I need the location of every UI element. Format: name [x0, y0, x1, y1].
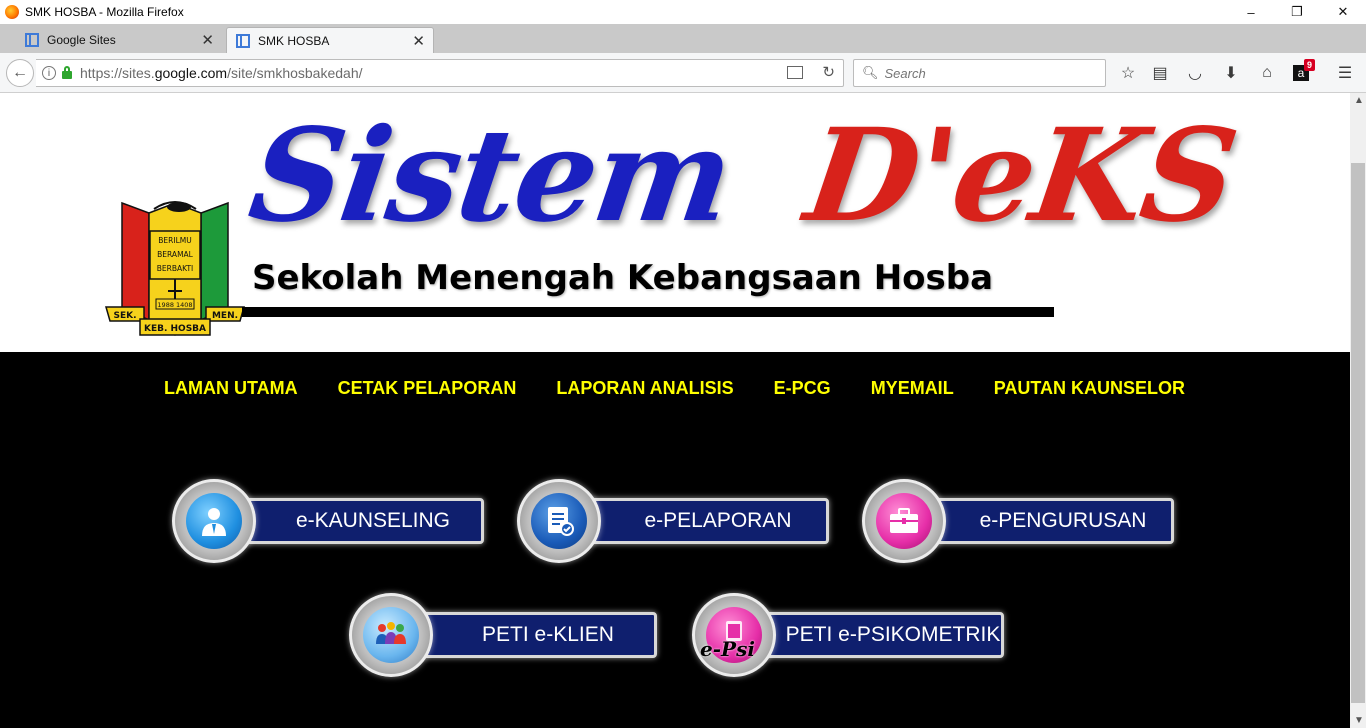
minimize-button[interactable]: –	[1228, 0, 1274, 24]
button-label: e-PELAPORAN	[569, 498, 829, 544]
restore-button[interactable]: ❐	[1274, 0, 1320, 24]
close-window-button[interactable]: ✕	[1320, 0, 1366, 24]
nav-bar: ← i https://sites.google.com/site/smkhos…	[0, 53, 1366, 93]
e-kaunseling-button[interactable]: e-KAUNSELING	[172, 479, 484, 563]
info-icon[interactable]: i	[42, 66, 56, 80]
top-nav-menu: LAMAN UTAMA CETAK PELAPORAN LAPORAN ANAL…	[164, 378, 1225, 399]
reload-icon[interactable]: ↻	[822, 63, 835, 81]
peti-e-psikometrik-button[interactable]: PETI e-PSIKOMETRIK e-Psi	[692, 593, 1004, 677]
briefcase-icon	[876, 493, 932, 549]
back-button[interactable]: ←	[6, 59, 34, 87]
search-input[interactable]	[884, 65, 1085, 81]
banner-underline	[242, 307, 1054, 317]
lock-icon[interactable]	[62, 66, 72, 79]
window-titlebar: SMK HOSBA - Mozilla Firefox – ❐ ✕	[0, 0, 1366, 24]
epsi-icon: e-Psi	[700, 607, 762, 663]
header-banner: BERILMU BERAMAL BERBAKTI 1988 1408 SEK. …	[0, 93, 1350, 352]
scrollbar-thumb[interactable]	[1351, 163, 1365, 703]
crest-motto-1: BERILMU	[158, 236, 191, 245]
scroll-up-icon[interactable]: ▲	[1354, 95, 1364, 106]
reader-view-icon[interactable]	[787, 66, 803, 79]
amazon-icon[interactable]: a9	[1293, 59, 1316, 81]
google-sites-icon	[25, 33, 39, 47]
nav-link-e-pcg[interactable]: E-PCG	[774, 378, 831, 399]
nav-link-myemail[interactable]: MYEMAIL	[871, 378, 954, 399]
notification-badge: 9	[1304, 59, 1316, 71]
e-pengurusan-button[interactable]: e-PENGURUSAN	[862, 479, 1174, 563]
url-bar[interactable]: i https://sites.google.com/site/smkhosba…	[36, 59, 844, 87]
page-content: BERILMU BERAMAL BERBAKTI 1988 1408 SEK. …	[0, 93, 1350, 728]
crest-ribbon-bottom: KEB. HOSBA	[144, 324, 206, 334]
button-label: e-KAUNSELING	[224, 498, 484, 544]
tab-smk-hosba[interactable]: SMK HOSBA ✕	[226, 27, 434, 53]
button-label: PETI e-KLIEN	[401, 612, 657, 658]
report-icon	[531, 493, 587, 549]
google-sites-icon	[236, 33, 250, 48]
page-scrollbar[interactable]: ▲ ▼	[1350, 93, 1366, 728]
peti-e-klien-button[interactable]: PETI e-KLIEN	[349, 593, 657, 677]
url-text[interactable]: https://sites.google.com/site/smkhosbake…	[80, 65, 363, 81]
school-name: Sekolah Menengah Kebangsaan Hosba	[252, 258, 994, 298]
close-tab-icon[interactable]: ✕	[412, 32, 425, 50]
counselor-icon	[186, 493, 242, 549]
scroll-down-icon[interactable]: ▼	[1354, 715, 1364, 726]
nav-link-pautan-kaunselor[interactable]: PAUTAN KAUNSELOR	[994, 378, 1185, 399]
button-label: PETI e-PSIKOMETRIK	[744, 612, 1004, 658]
search-icon: 🔍︎	[862, 65, 879, 80]
download-icon[interactable]: ⬇	[1221, 63, 1241, 83]
crest-ribbon-left: SEK.	[113, 311, 136, 321]
bookmark-star-icon[interactable]: ☆	[1118, 63, 1138, 83]
pocket-icon[interactable]: ◡	[1185, 63, 1205, 83]
school-crest-logo: BERILMU BERAMAL BERBAKTI 1988 1408 SEK. …	[105, 201, 245, 336]
nav-link-cetak-pelaporan[interactable]: CETAK PELAPORAN	[338, 378, 517, 399]
close-tab-icon[interactable]: ✕	[201, 31, 214, 49]
crest-motto-2: BERAMAL	[157, 250, 194, 259]
epsi-icon-text: e-Psi	[700, 637, 755, 661]
tab-strip: Google Sites ✕ SMK HOSBA ✕ +	[0, 24, 1366, 74]
reading-list-icon[interactable]: ▤	[1150, 63, 1170, 83]
button-label: e-PENGURUSAN	[914, 498, 1174, 544]
back-arrow-icon: ←	[12, 64, 28, 81]
nav-link-laman-utama[interactable]: LAMAN UTAMA	[164, 378, 298, 399]
banner-title-deks: D'eKS	[797, 101, 1244, 251]
home-icon[interactable]: ⌂	[1257, 63, 1277, 83]
nav-link-laporan-analisis[interactable]: LAPORAN ANALISIS	[556, 378, 733, 399]
search-bar[interactable]: 🔍︎	[853, 59, 1106, 87]
window-controls: – ❐ ✕	[1228, 0, 1366, 24]
window-title: SMK HOSBA - Mozilla Firefox	[25, 5, 184, 19]
crest-ribbon-right: MEN.	[212, 311, 238, 321]
crest-motto-3: BERBAKTI	[157, 264, 194, 273]
e-pelaporan-button[interactable]: e-PELAPORAN	[517, 479, 829, 563]
tab-label: Google Sites	[47, 33, 116, 47]
menu-hamburger-icon[interactable]: ☰	[1335, 63, 1355, 83]
crest-year: 1988 1408	[157, 301, 192, 309]
tab-label: SMK HOSBA	[258, 33, 330, 48]
clients-icon	[363, 607, 419, 663]
main-dark-section: LAMAN UTAMA CETAK PELAPORAN LAPORAN ANAL…	[0, 352, 1350, 728]
firefox-icon	[5, 5, 19, 19]
banner-title-sistem: Sistem	[241, 101, 740, 251]
tab-google-sites[interactable]: Google Sites ✕	[16, 27, 222, 53]
